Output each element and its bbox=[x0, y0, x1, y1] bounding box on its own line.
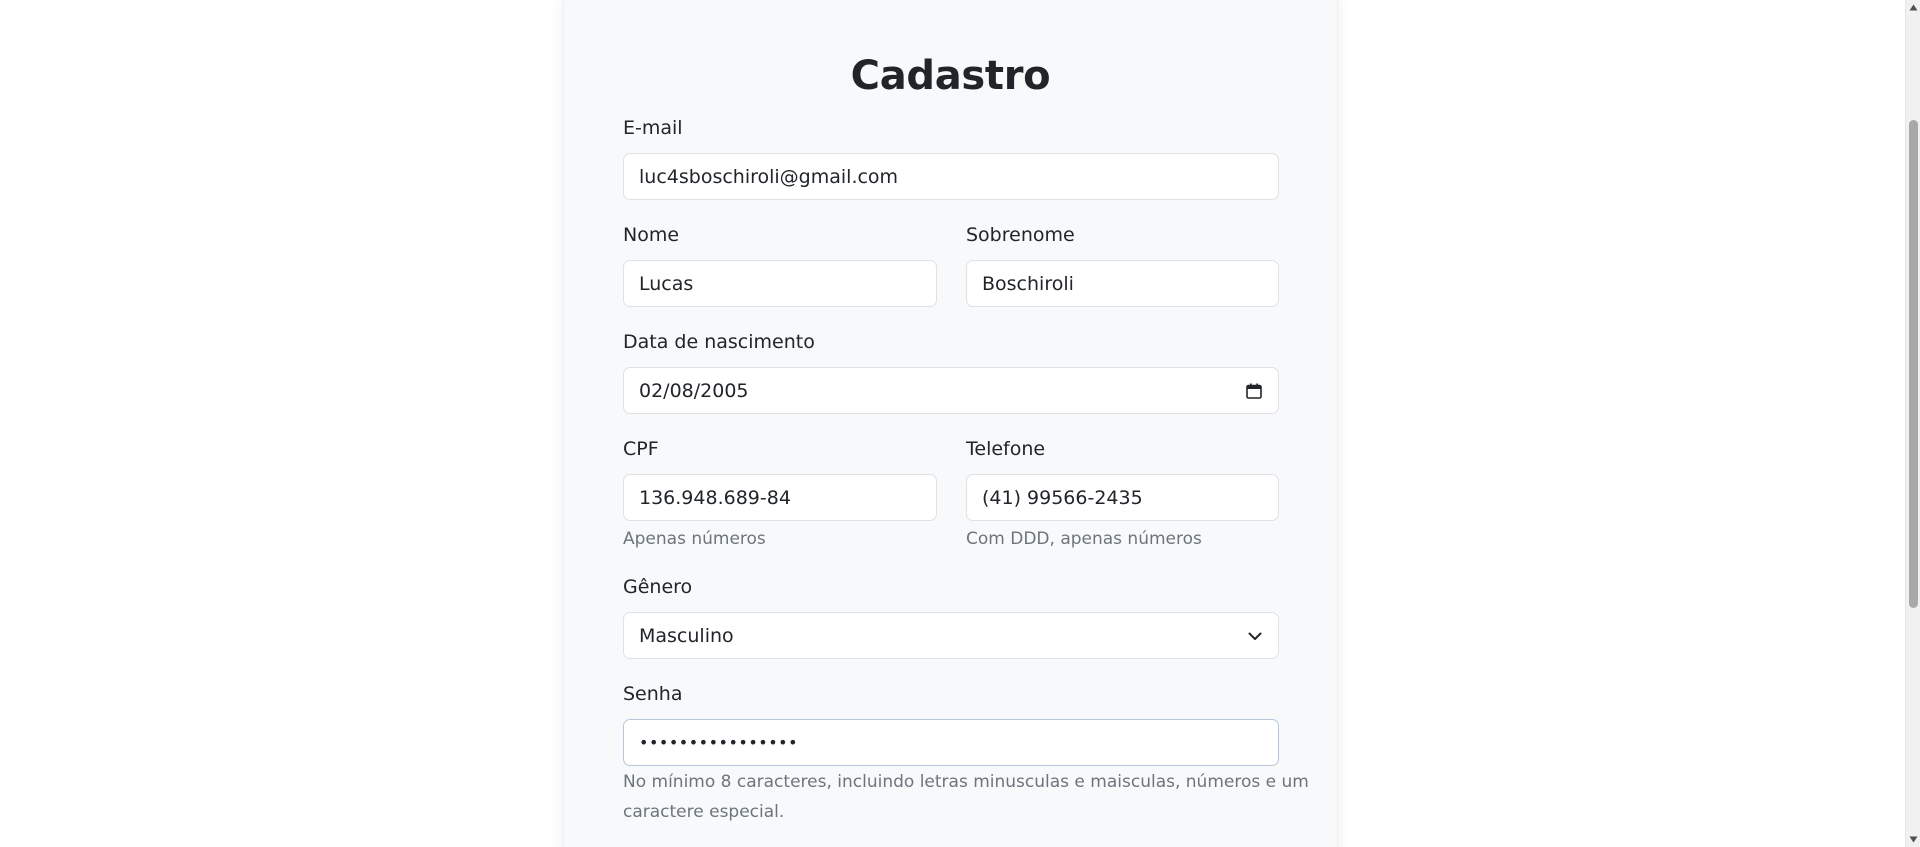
birthdate-field[interactable]: 02/08/2005 bbox=[623, 367, 1279, 414]
gender-value: Masculino bbox=[639, 624, 734, 647]
vertical-scrollbar[interactable] bbox=[1905, 0, 1920, 847]
telefone-help-text: Com DDD, apenas números bbox=[966, 529, 1202, 549]
email-value: luc4sboschiroli@gmail.com bbox=[639, 165, 899, 188]
signup-card: Cadastro E-mail luc4sboschiroli@gmail.co… bbox=[563, 0, 1338, 847]
cpf-label: CPF bbox=[623, 438, 659, 460]
sobrenome-label: Sobrenome bbox=[966, 224, 1075, 246]
genero-label: Gênero bbox=[623, 576, 693, 598]
chevron-down-icon bbox=[1247, 628, 1263, 644]
nome-field[interactable]: Lucas bbox=[623, 260, 937, 307]
email-label: E-mail bbox=[623, 117, 683, 139]
password-help-line-1: No mínimo 8 caracteres, incluindo letras… bbox=[623, 772, 1309, 792]
sobrenome-field[interactable]: Boschiroli bbox=[966, 260, 1279, 307]
telefone-label: Telefone bbox=[966, 438, 1046, 460]
nome-value: Lucas bbox=[639, 272, 694, 295]
scrollbar-thumb[interactable] bbox=[1909, 120, 1918, 608]
senha-label: Senha bbox=[623, 683, 683, 705]
telefone-value: (41) 99566-2435 bbox=[982, 486, 1143, 509]
gender-select[interactable]: Masculino bbox=[623, 612, 1279, 659]
calendar-icon[interactable] bbox=[1245, 382, 1263, 400]
page-title: Cadastro bbox=[850, 53, 1051, 99]
telefone-field[interactable]: (41) 99566-2435 bbox=[966, 474, 1279, 521]
scroll-down-arrow-icon[interactable] bbox=[1906, 832, 1920, 847]
cpf-field[interactable]: 136.948.689-84 bbox=[623, 474, 937, 521]
sobrenome-value: Boschiroli bbox=[982, 272, 1074, 295]
nascimento-label: Data de nascimento bbox=[623, 331, 815, 353]
email-field[interactable]: luc4sboschiroli@gmail.com bbox=[623, 153, 1279, 200]
cpf-value: 136.948.689-84 bbox=[639, 486, 791, 509]
birthdate-value: 02/08/2005 bbox=[639, 379, 749, 402]
scroll-up-arrow-icon[interactable] bbox=[1906, 0, 1920, 15]
password-value: •••••••••••••••• bbox=[639, 733, 798, 752]
cpf-help-text: Apenas números bbox=[623, 529, 766, 549]
password-field[interactable]: •••••••••••••••• bbox=[623, 719, 1279, 766]
nome-label: Nome bbox=[623, 224, 680, 246]
page-viewport: Cadastro E-mail luc4sboschiroli@gmail.co… bbox=[0, 0, 1905, 847]
password-help-line-2: caractere especial. bbox=[623, 802, 785, 822]
